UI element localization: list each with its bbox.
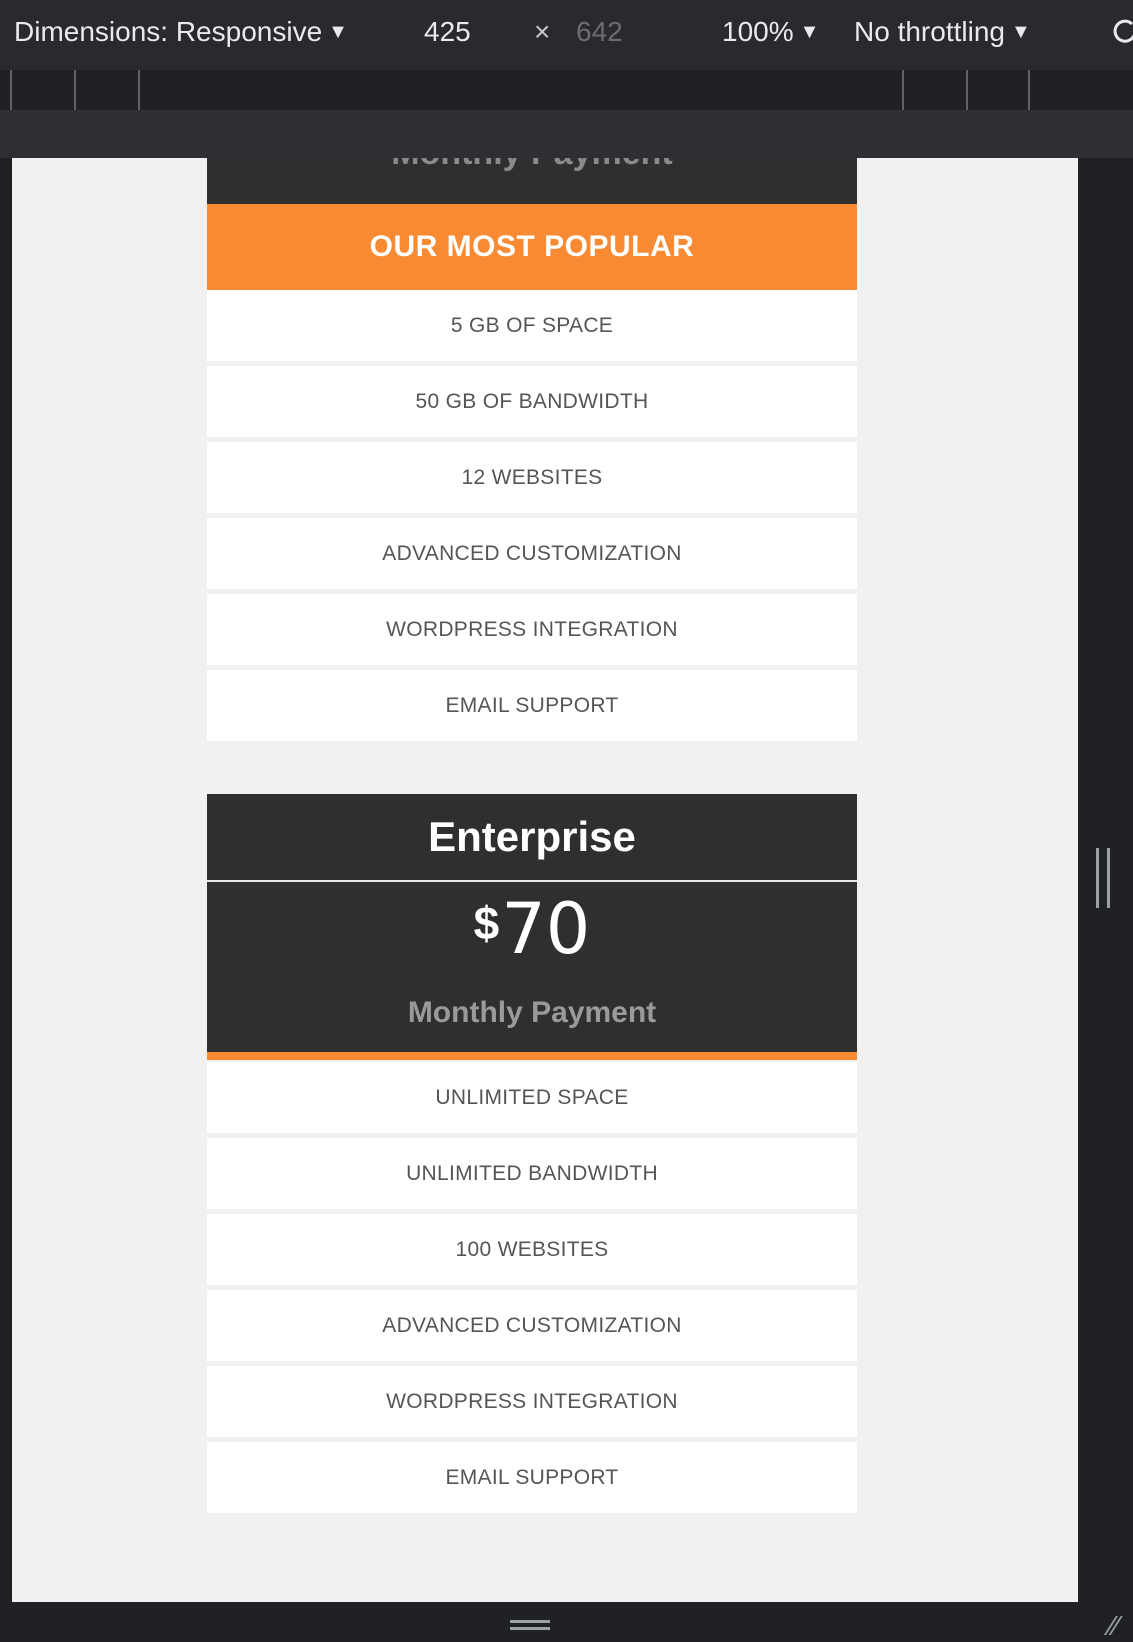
feature-item: ADVANCED CUSTOMIZATION: [207, 518, 857, 589]
rotate-icon[interactable]: [1110, 16, 1133, 46]
feature-item: EMAIL SUPPORT: [207, 1442, 857, 1513]
ruler-tick: [902, 70, 904, 110]
throttling-dropdown[interactable]: No throttling ▼: [854, 16, 1031, 48]
price-block: $70 Monthly Payment: [207, 882, 857, 1060]
times-icon: ×: [534, 16, 551, 47]
most-popular-ribbon: OUR MOST POPULAR: [207, 204, 857, 290]
viewport-gutter: [0, 110, 1133, 158]
plan-name: Enterprise: [207, 794, 857, 882]
width-input[interactable]: 425: [424, 16, 471, 48]
dimensions-label: Dimensions: Responsive: [14, 16, 323, 47]
feature-item: WORDPRESS INTEGRATION: [207, 1366, 857, 1437]
height-input[interactable]: 642: [576, 16, 623, 48]
plan-price: $70: [207, 888, 857, 970]
caret-down-icon: ▼: [328, 21, 348, 43]
feature-item: ADVANCED CUSTOMIZATION: [207, 1290, 857, 1361]
feature-item: 12 WEBSITES: [207, 442, 857, 513]
ruler-tick: [1028, 70, 1030, 110]
ruler-tick: [138, 70, 140, 110]
card-header: Monthly Payment: [207, 158, 857, 204]
pricing-card-enterprise: Enterprise $70 Monthly Payment UNLIMITED…: [207, 794, 857, 1518]
feature-item: UNLIMITED BANDWIDTH: [207, 1138, 857, 1209]
ruler-tick: [10, 70, 12, 110]
throttling-label: No throttling: [854, 16, 1005, 47]
pricing-card-popular: Monthly Payment OUR MOST POPULAR 5 GB OF…: [207, 158, 857, 746]
media-query-ruler: [0, 70, 1133, 111]
feature-item: EMAIL SUPPORT: [207, 670, 857, 741]
emulated-viewport: Monthly Payment OUR MOST POPULAR 5 GB OF…: [12, 158, 1078, 1602]
ruler-tick: [74, 70, 76, 110]
feature-item: 100 WEBSITES: [207, 1214, 857, 1285]
caret-down-icon: ▼: [799, 21, 820, 43]
card-period-partial: Monthly Payment: [207, 158, 857, 173]
price-currency: $: [473, 897, 500, 949]
price-amount: 70: [501, 888, 591, 970]
feature-item: 50 GB OF BANDWIDTH: [207, 366, 857, 437]
viewport-resize-handle-bottom[interactable]: ⁄⁄: [0, 1602, 1133, 1642]
feature-list: UNLIMITED SPACE UNLIMITED BANDWIDTH 100 …: [207, 1062, 857, 1513]
viewport-resize-handle-right[interactable]: [1078, 158, 1133, 1602]
resize-corner-icon[interactable]: ⁄⁄: [1110, 1610, 1119, 1642]
dimensions-dropdown[interactable]: Dimensions: Responsive ▼: [14, 16, 348, 48]
feature-item: WORDPRESS INTEGRATION: [207, 594, 857, 665]
feature-list: 5 GB OF SPACE 50 GB OF BANDWIDTH 12 WEBS…: [207, 290, 857, 741]
devtools-device-toolbar: Dimensions: Responsive ▼ 425 × 642 100% ▼ …: [0, 0, 1133, 70]
resize-grip-icon: [1096, 848, 1110, 908]
ruler-tick: [966, 70, 968, 110]
caret-down-icon: ▼: [1010, 21, 1031, 43]
feature-item: 5 GB OF SPACE: [207, 290, 857, 361]
resize-grip-icon: [510, 1620, 550, 1630]
zoom-label: 100%: [722, 16, 794, 47]
zoom-dropdown[interactable]: 100% ▼: [722, 16, 819, 48]
feature-item: UNLIMITED SPACE: [207, 1062, 857, 1133]
price-period: Monthly Payment: [407, 996, 657, 1029]
